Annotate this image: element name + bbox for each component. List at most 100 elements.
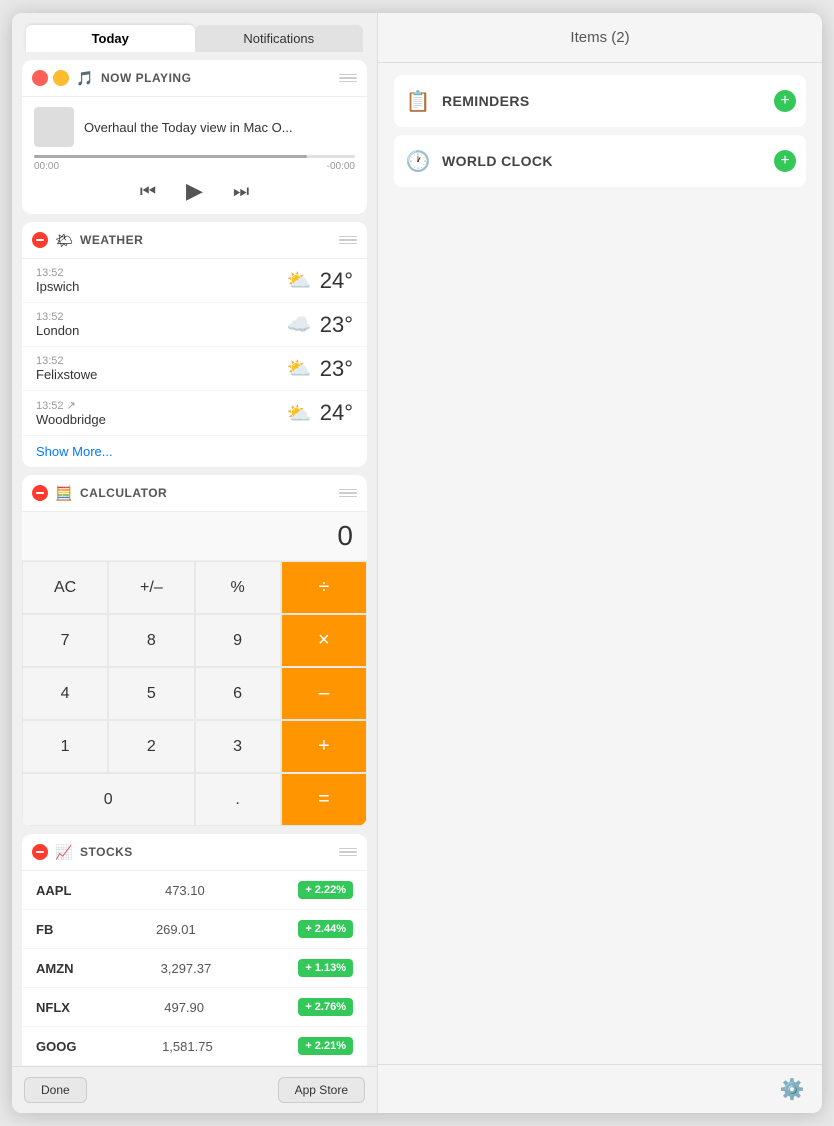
stock-row-amzn: AMZN 3,297.37 + 1.13% [22,949,367,988]
np-track: Overhaul the Today view in Mac O... [34,107,355,147]
np-rewind-button[interactable]: ⏮ [140,181,156,202]
stock-row-nflx: NFLX 497.90 + 2.76% [22,988,367,1027]
stock-name-aapl: AAPL [36,883,71,898]
list-item-reminders: 📋 REMINDERS + [394,75,806,127]
weather-time-london: 13:52 [36,311,79,323]
calc-btn-ac[interactable]: AC [22,561,108,614]
np-elapsed: 00:00 [34,161,59,172]
stocks-remove-button[interactable] [32,844,48,860]
weather-city-felixstowe: Felixstowe [36,367,97,382]
traffic-lights [32,70,69,86]
drag-handle-weather[interactable] [339,236,357,245]
calc-btn-dot[interactable]: . [195,773,281,826]
right-panel-header: Items (2) [378,13,822,63]
stocks-title: STOCKS [80,845,133,859]
calc-btn-2[interactable]: 2 [108,720,194,773]
weather-row-woodbridge: 13:52 ↗ Woodbridge ⛅ 24° [22,391,367,436]
calc-btn-4[interactable]: 4 [22,667,108,720]
stock-name-fb: FB [36,922,53,937]
weather-city-woodbridge: Woodbridge [36,412,106,427]
reminders-add-button[interactable]: + [774,90,796,112]
stock-badge-amzn: + 1.13% [298,959,353,977]
np-progress[interactable]: 00:00 -00:00 [34,155,355,172]
weather-row-london: 13:52 London ☁️ 23° [22,303,367,347]
weather-row-ipswich: 13:52 Ipswich ⛅ 24° [22,259,367,303]
minimize-dot[interactable] [53,70,69,86]
widget-weather-header-left: 🌤 WEATHER [32,230,143,250]
weather-temp-ipswich: 24° [320,268,353,294]
widget-stocks-header: 📈 STOCKS [22,834,367,871]
np-track-title: Overhaul the Today view in Mac O... [84,120,293,135]
widget-calculator-header: 🧮 CALCULATOR [22,475,367,512]
weather-temp-woodbridge: 24° [320,400,353,426]
left-panel: Today Notifications 🎵 NOW PLAYING [12,13,377,1113]
calc-btn-equals[interactable]: = [281,773,367,826]
widget-stocks-header-left: 📈 STOCKS [32,842,133,862]
list-item-world-clock: 🕐 WORLD CLOCK + [394,135,806,187]
calculator-icon: 🧮 [54,483,74,503]
weather-time-woodbridge: 13:52 ↗ [36,399,106,412]
calc-btn-6[interactable]: 6 [195,667,281,720]
right-panel: Items (2) 📋 REMINDERS + 🕐 WORLD CLOCK + … [377,13,822,1113]
np-progress-bar[interactable] [34,155,355,158]
calc-btn-add[interactable]: + [281,720,367,773]
weather-icon-london: ☁️ [287,312,312,337]
stock-name-amzn: AMZN [36,961,74,976]
items-list: 📋 REMINDERS + 🕐 WORLD CLOCK + [378,63,822,1064]
calc-btn-3[interactable]: 3 [195,720,281,773]
weather-row-felixstowe: 13:52 Felixstowe ⛅ 23° [22,347,367,391]
done-button[interactable]: Done [24,1077,87,1103]
weather-title: WEATHER [80,233,143,247]
stock-badge-nflx: + 2.76% [298,998,353,1016]
calc-btn-8[interactable]: 8 [108,614,194,667]
stocks-icon: 📈 [54,842,74,862]
reminders-icon: 📋 [404,87,432,115]
drag-handle-stocks[interactable] [339,848,357,857]
calc-btn-1[interactable]: 1 [22,720,108,773]
calc-btn-divide[interactable]: ÷ [281,561,367,614]
weather-icon-ipswich: ⛅ [287,268,312,293]
stock-price-aapl: 473.10 [165,883,205,898]
weather-time-felixstowe: 13:52 [36,355,97,367]
weather-icon-felixstowe: ⛅ [287,356,312,381]
calculator-remove-button[interactable] [32,485,48,501]
calc-btn-multiply[interactable]: × [281,614,367,667]
stock-row-fb: FB 269.01 + 2.44% [22,910,367,949]
np-controls: ⏮ ▶ ⏭ [34,178,355,204]
calc-btn-7[interactable]: 7 [22,614,108,667]
calculator-display: 0 [22,512,367,561]
drag-handle-calculator[interactable] [339,489,357,498]
calc-btn-5[interactable]: 5 [108,667,194,720]
tab-today[interactable]: Today [26,25,195,52]
stock-badge-fb: + 2.44% [298,920,353,938]
calc-btn-9[interactable]: 9 [195,614,281,667]
calc-btn-0[interactable]: 0 [22,773,195,826]
bottom-bar-left: Done App Store [12,1066,377,1113]
weather-time-ipswich: 13:52 [36,267,79,279]
calc-btn-percent[interactable]: % [195,561,281,614]
tabs-bar: Today Notifications [12,13,377,52]
stock-badge-aapl: + 2.22% [298,881,353,899]
np-forward-button[interactable]: ⏭ [233,181,249,202]
calc-btn-plusminus[interactable]: +/– [108,561,194,614]
weather-remove-button[interactable] [32,232,48,248]
now-playing-icon: 🎵 [75,68,95,88]
weather-icon: 🌤 [54,230,74,250]
np-times: 00:00 -00:00 [34,161,355,172]
np-play-button[interactable]: ▶ [186,178,203,204]
reminders-label: REMINDERS [442,93,530,109]
widget-stocks: 📈 STOCKS AAPL 473.10 + 2.22% FB 269.01 +… [22,834,367,1066]
calc-btn-subtract[interactable]: – [281,667,367,720]
stock-row-goog: GOOG 1,581.75 + 2.21% [22,1027,367,1066]
weather-show-more[interactable]: Show More... [22,436,367,467]
left-scroll: 🎵 NOW PLAYING Overhaul the Today view in… [12,52,377,1066]
world-clock-add-button[interactable]: + [774,150,796,172]
drag-handle-now-playing[interactable] [339,74,357,83]
calculator-title: CALCULATOR [80,486,167,500]
close-dot[interactable] [32,70,48,86]
tab-notifications[interactable]: Notifications [195,25,364,52]
gear-button[interactable]: ⚙️ [778,1075,806,1103]
app-store-button[interactable]: App Store [278,1077,365,1103]
right-bottom: ⚙️ [378,1064,822,1113]
stock-price-goog: 1,581.75 [162,1039,213,1054]
